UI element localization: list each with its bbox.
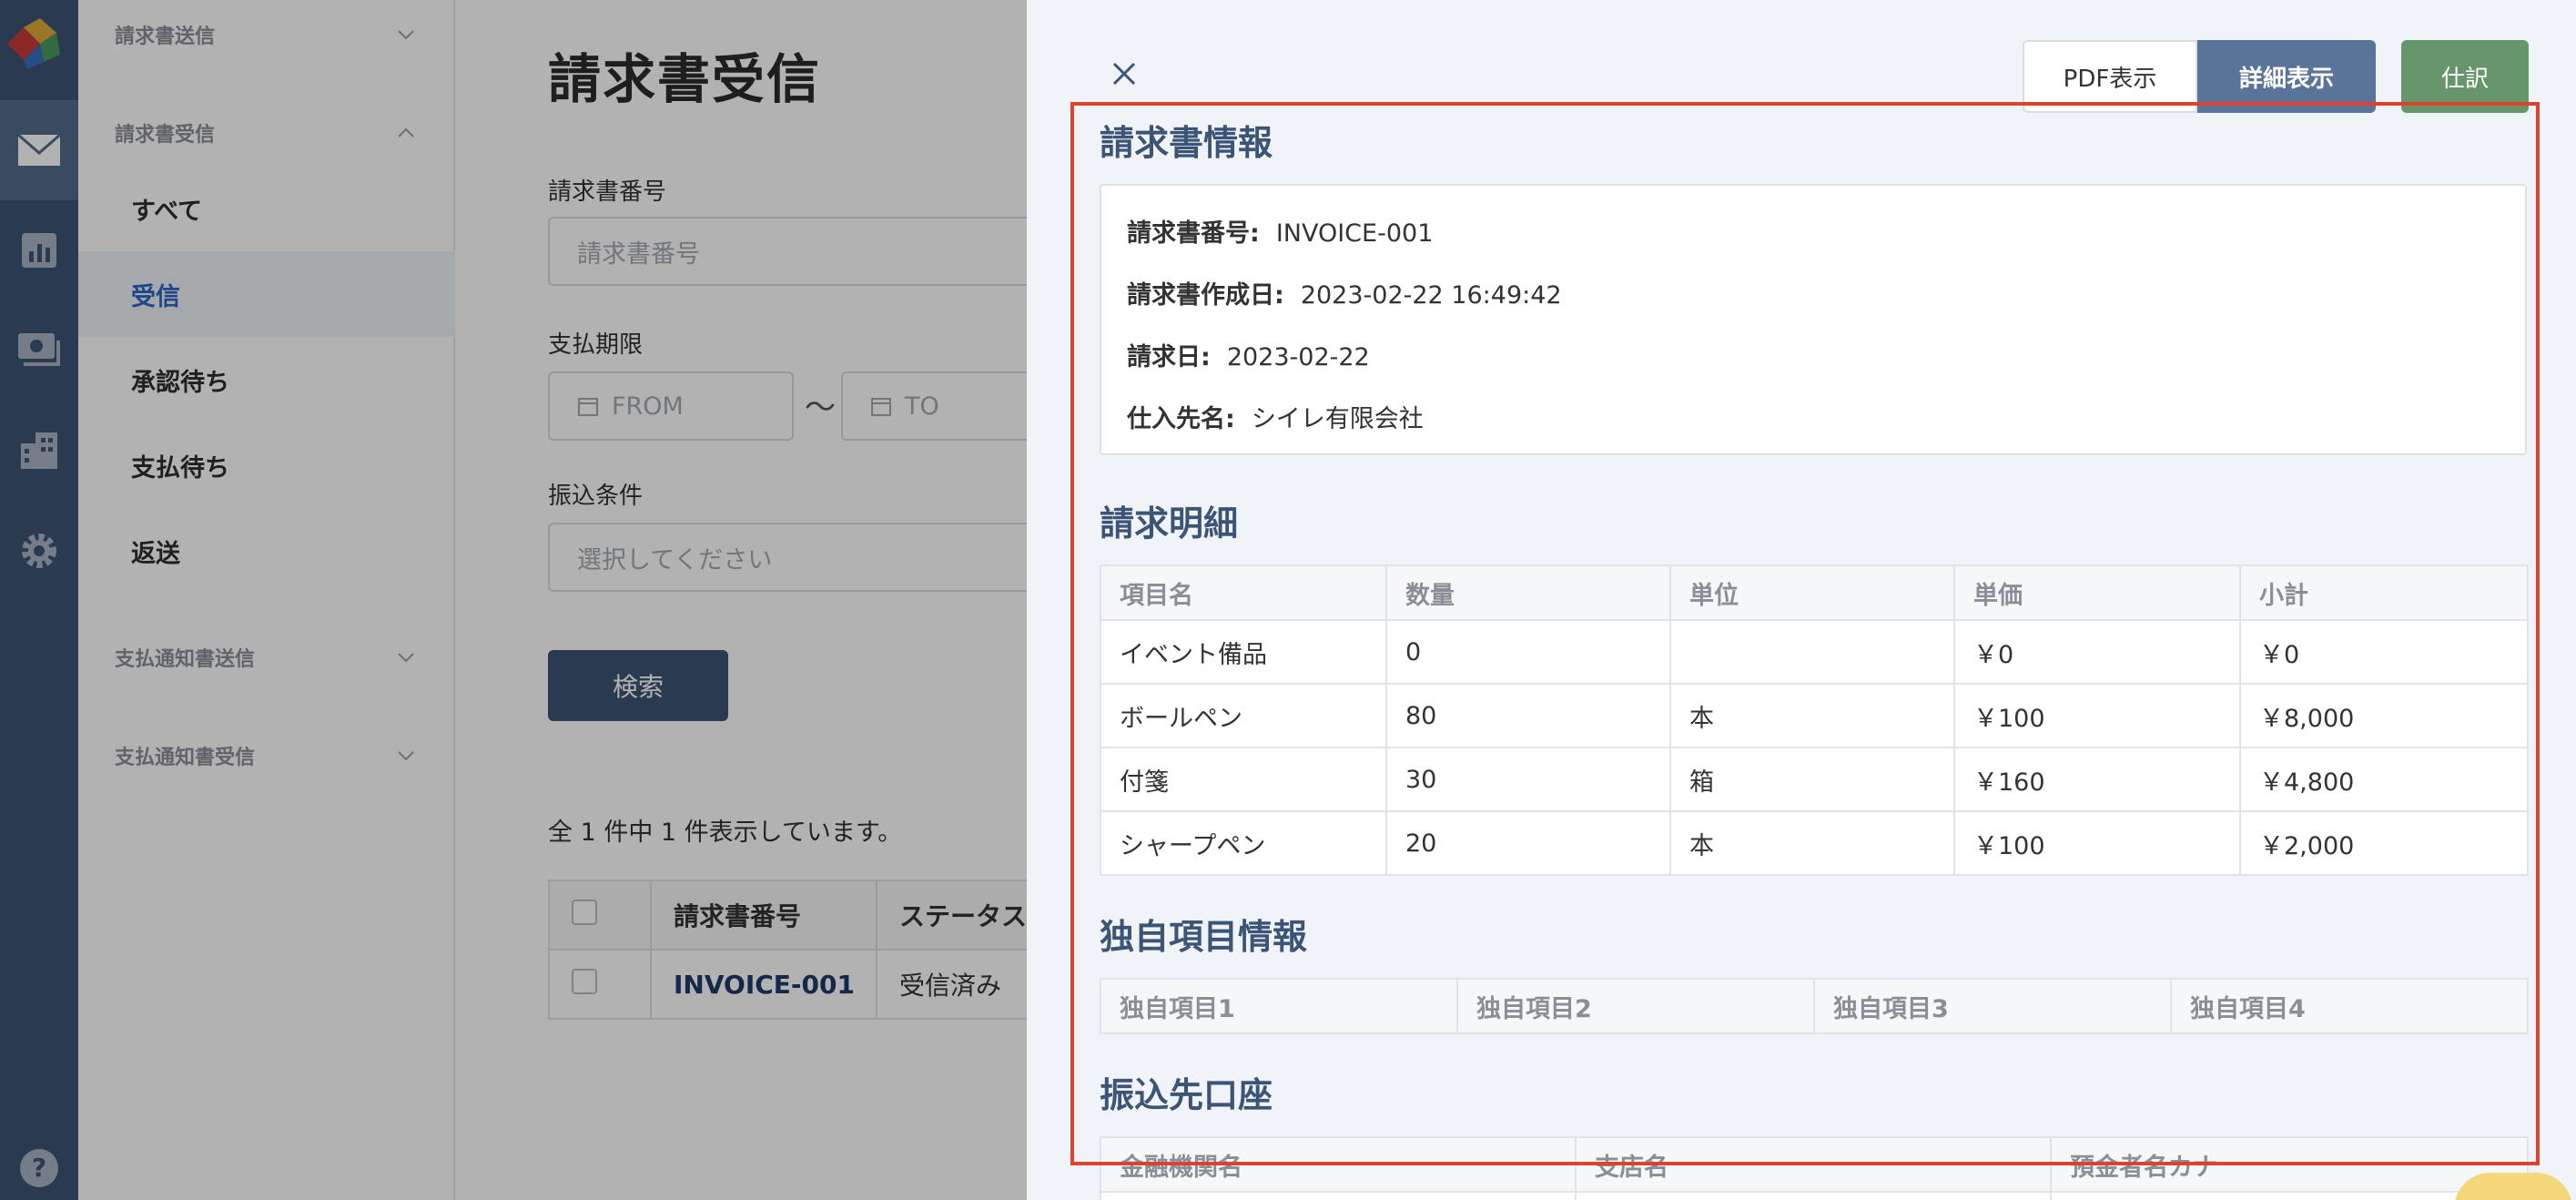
subtotal: ￥8,000 — [2239, 683, 2529, 748]
unit-price: ￥100 — [1953, 683, 2241, 748]
invoice-info-box: 請求書番号: INVOICE-001 請求書作成日: 2023-02-22 16:4… — [1100, 184, 2527, 455]
item-name: シャープペン — [1100, 810, 1387, 876]
unit-price: ￥0 — [1953, 619, 2241, 685]
quantity: 30 — [1385, 747, 1671, 812]
info-row-supplier: 仕入先名: シイレ有限会社 — [1127, 399, 1424, 434]
info-value: 2023-02-22 — [1226, 343, 1370, 371]
info-value: シイレ有限会社 — [1251, 405, 1424, 433]
unit — [1669, 619, 1955, 685]
unit: 箱 — [1669, 747, 1955, 812]
journal-button[interactable]: 仕訳 — [2401, 40, 2529, 113]
table-row: イベント備品 0 ￥0 ￥0 — [1100, 619, 2529, 685]
info-label: 請求書作成日: — [1127, 281, 1284, 310]
info-label: 請求書番号: — [1127, 219, 1260, 248]
table-row: シャープペン 20 本 ￥100 ￥2,000 — [1100, 810, 2529, 876]
info-row-invoice-number: 請求書番号: INVOICE-001 — [1127, 213, 1433, 249]
table-header-row: 独自項目1 独自項目2 独自項目3 独自項目4 — [1100, 978, 2529, 1034]
unit: 本 — [1669, 683, 1955, 748]
column-header: 独自項目1 — [1100, 978, 1458, 1034]
invoice-info-title: 請求書情報 — [1100, 123, 1273, 163]
column-header: 預金者名カナ — [2050, 1136, 2529, 1193]
close-icon[interactable] — [1111, 60, 1138, 87]
column-header: 小計 — [2239, 564, 2529, 621]
column-header: 単価 — [1953, 564, 2241, 621]
info-label: 仕入先名: — [1127, 405, 1235, 433]
column-header: 支店名 — [1575, 1136, 2052, 1193]
unit-price: ￥100 — [1953, 810, 2241, 876]
details-table: 項目名 数量 単位 単価 小計 イベント備品 0 ￥0 ￥0 ボールペン 80 … — [1100, 564, 2529, 876]
column-header: 独自項目2 — [1456, 978, 1815, 1034]
info-label: 請求日: — [1127, 343, 1211, 371]
column-header: 独自項目4 — [2170, 978, 2529, 1034]
subtotal: ￥2,000 — [2239, 810, 2529, 876]
table-row: 付箋 30 箱 ￥160 ￥4,800 — [1100, 747, 2529, 812]
column-header: 独自項目3 — [1813, 978, 2172, 1034]
detail-view-button[interactable]: 詳細表示 — [2197, 40, 2376, 113]
column-header: 数量 — [1385, 564, 1671, 621]
table-row: ボールペン 80 本 ￥100 ￥8,000 — [1100, 683, 2529, 748]
subtotal: ￥4,800 — [2239, 747, 2529, 812]
modal-overlay[interactable] — [0, 0, 1027, 1200]
bank-account-table: 金融機関名 支店名 預金者名カナ — [1100, 1136, 2529, 1200]
table-header-row: 金融機関名 支店名 預金者名カナ — [1100, 1136, 2529, 1193]
info-row-created-date: 請求書作成日: 2023-02-22 16:49:42 — [1127, 275, 1562, 310]
item-name: 付箋 — [1100, 747, 1387, 812]
subtotal: ￥0 — [2239, 619, 2529, 685]
custom-fields-title: 独自項目情報 — [1100, 917, 1308, 957]
bank-account-title: 振込先口座 — [1100, 1075, 1273, 1115]
item-name: イベント備品 — [1100, 619, 1387, 685]
unit-price: ￥160 — [1953, 747, 2241, 812]
item-name: ボールペン — [1100, 683, 1387, 748]
info-row-invoice-date: 請求日: 2023-02-22 — [1127, 337, 1370, 372]
column-header: 項目名 — [1100, 564, 1387, 621]
quantity: 20 — [1385, 810, 1671, 876]
invoice-detail-drawer: PDF表示 詳細表示 仕訳 請求書情報 請求書番号: INVOICE-001 請求… — [1027, 0, 2576, 1200]
quantity: 0 — [1385, 619, 1671, 685]
custom-fields-table: 独自項目1 独自項目2 独自項目3 独自項目4 — [1100, 978, 2529, 1034]
pdf-view-button[interactable]: PDF表示 — [2023, 40, 2197, 113]
table-header-row: 項目名 数量 単位 単価 小計 — [1100, 564, 2529, 621]
details-title: 請求明細 — [1100, 503, 1239, 544]
unit: 本 — [1669, 810, 1955, 876]
quantity: 80 — [1385, 683, 1671, 748]
column-header: 単位 — [1669, 564, 1955, 621]
column-header: 金融機関名 — [1100, 1136, 1577, 1193]
info-value: INVOICE-001 — [1275, 219, 1434, 248]
info-value: 2023-02-22 16:49:42 — [1300, 281, 1562, 310]
table-row — [1100, 1191, 2529, 1200]
